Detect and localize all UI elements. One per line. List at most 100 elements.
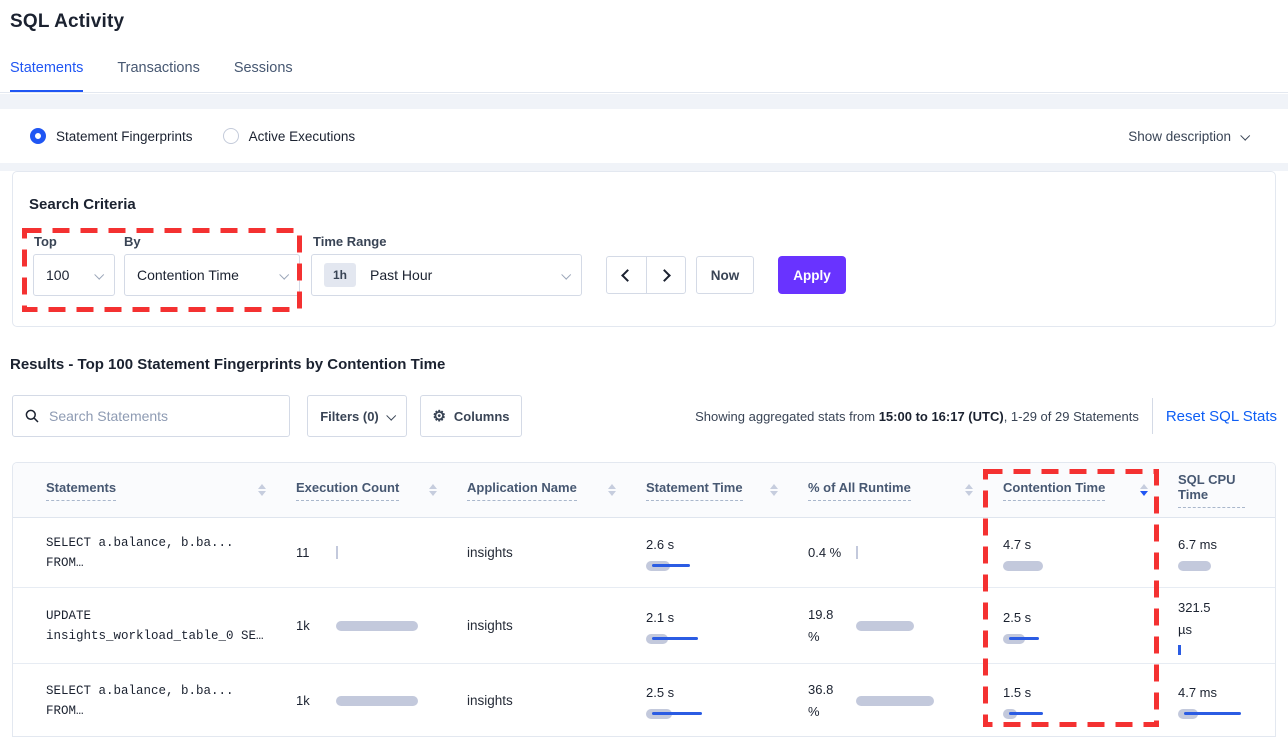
statement-fingerprint-link[interactable]: SELECT a.balance, b.ba...FROM… (13, 533, 296, 573)
pct-of-all-runtime-cell: 0.4 % (808, 542, 1003, 564)
tab-bar: Statements Transactions Sessions (0, 55, 1288, 93)
value-bar (1003, 560, 1043, 572)
contention-time-cell: 2.5 s (1003, 607, 1178, 645)
column-header-statement-time[interactable]: Statement Time (646, 480, 808, 501)
filters-button[interactable]: Filters (0) (307, 395, 407, 437)
time-range-arrows (606, 256, 686, 294)
show-description-toggle[interactable]: Show description (1128, 109, 1248, 163)
statement-time-cell: 2.6 s (646, 534, 808, 572)
cell-value: 4.7 s (1003, 534, 1031, 556)
radio-active-executions[interactable]: Active Executions (223, 128, 356, 144)
cell-value: 4.7 ms (1178, 682, 1217, 704)
by-label: By (124, 234, 141, 249)
application-name-cell: insights (467, 693, 646, 708)
table-row: SELECT a.balance, b.ba...FROM…11insights… (13, 518, 1275, 588)
pct-of-all-runtime-cell: 19.8% (808, 604, 1003, 648)
view-toggle-band: Statement Fingerprints Active Executions… (0, 109, 1288, 163)
apply-button[interactable]: Apply (778, 256, 846, 294)
cell-value: 1k (296, 690, 336, 712)
section-gap (0, 94, 1288, 109)
sort-icon (429, 484, 437, 496)
time-range-picker[interactable]: 1h Past Hour (311, 254, 582, 296)
cell-value: 2.6 s (646, 534, 674, 556)
value-bar (336, 620, 418, 632)
section-gap (0, 163, 1288, 171)
columns-button[interactable]: ⚙ Columns (420, 395, 522, 437)
radio-selected-icon (30, 128, 46, 144)
sort-icon (770, 484, 778, 496)
contention-time-cell: 1.5 s (1003, 682, 1178, 720)
chevron-down-icon (279, 269, 289, 279)
cell-value: 2.5 s (646, 682, 674, 704)
statement-fingerprint-link[interactable]: UPDATEinsights_workload_table_0 SE… (13, 606, 296, 646)
value-bar (856, 695, 934, 707)
column-header-execution-count[interactable]: Execution Count (296, 480, 467, 501)
chevron-down-icon (94, 269, 104, 279)
value-bar (336, 695, 418, 707)
aggregated-stats-text: Showing aggregated stats from 15:00 to 1… (695, 409, 1139, 424)
application-name-cell: insights (467, 618, 646, 633)
execution-count-cell: 1k (296, 690, 467, 712)
column-header-pct-of-all-runtime[interactable]: % of All Runtime (808, 480, 1003, 501)
top-select-value: 100 (46, 267, 69, 283)
by-select-value: Contention Time (137, 267, 239, 283)
cell-value: 1.5 s (1003, 682, 1031, 704)
contention-time-cell: 4.7 s (1003, 534, 1178, 572)
cell-value: 19.8% (808, 604, 856, 648)
search-icon (25, 409, 39, 423)
column-header-sql-cpu-time[interactable]: SQL CPU Time (1178, 472, 1275, 508)
cell-value: 2.1 s (646, 607, 674, 629)
by-select[interactable]: Contention Time (124, 254, 300, 296)
column-header-application-name[interactable]: Application Name (467, 480, 646, 501)
value-bar (856, 546, 858, 559)
tab-transactions[interactable]: Transactions (117, 60, 199, 92)
cell-value: 6.7 ms (1178, 534, 1217, 556)
application-name-cell: insights (467, 545, 646, 560)
cell-value: 2.5 s (1003, 607, 1031, 629)
table-row: UPDATEinsights_workload_table_0 SE…1k ins… (13, 588, 1275, 664)
execution-count-cell: 11 (296, 542, 467, 564)
time-range-label: Time Range (313, 234, 386, 249)
reset-sql-stats-link[interactable]: Reset SQL Stats (1166, 408, 1277, 425)
radio-statement-fingerprints[interactable]: Statement Fingerprints (30, 128, 193, 144)
cell-value: 321.5µs (1178, 597, 1211, 641)
chevron-left-icon (621, 269, 634, 282)
radio-label: Statement Fingerprints (56, 129, 193, 144)
previous-interval-button[interactable] (607, 257, 647, 293)
sort-icon-active-desc (1140, 484, 1148, 496)
column-header-statements[interactable]: Statements (13, 480, 296, 501)
column-header-contention-time[interactable]: Contention Time (1003, 480, 1178, 501)
value-bar (1003, 633, 1039, 645)
stats-area: Showing aggregated stats from 15:00 to 1… (695, 395, 1277, 437)
table-body: SELECT a.balance, b.ba...FROM…11insights… (13, 518, 1275, 737)
top-select[interactable]: 100 (33, 254, 115, 296)
value-bar (1178, 560, 1211, 572)
now-button[interactable]: Now (696, 256, 754, 294)
table-row: SELECT a.balance, b.ba...FROM…1k insights… (13, 664, 1275, 737)
value-bar (1178, 645, 1181, 655)
columns-label: Columns (454, 409, 510, 424)
radio-unselected-icon (223, 128, 239, 144)
sort-icon (965, 484, 973, 496)
cell-value: 1k (296, 615, 336, 637)
tab-statements[interactable]: Statements (10, 60, 83, 92)
value-bar (646, 633, 698, 645)
value-bar (1003, 708, 1043, 720)
chevron-down-icon (386, 410, 396, 420)
statement-fingerprint-link[interactable]: SELECT a.balance, b.ba...FROM… (13, 681, 296, 721)
gear-icon: ⚙ (432, 409, 445, 424)
next-interval-button[interactable] (647, 257, 686, 293)
sort-icon (258, 484, 266, 496)
show-description-label: Show description (1128, 129, 1231, 144)
sql-cpu-time-cell: 321.5µs (1178, 597, 1275, 655)
search-input[interactable] (49, 408, 277, 424)
value-bar (1178, 708, 1241, 720)
value-bar (336, 546, 338, 559)
statement-time-cell: 2.1 s (646, 607, 808, 645)
statements-table: Statements Execution Count Application N… (12, 462, 1276, 737)
tab-sessions[interactable]: Sessions (234, 60, 293, 92)
search-criteria-heading: Search Criteria (29, 196, 136, 213)
chevron-right-icon (658, 269, 671, 282)
sql-cpu-time-cell: 6.7 ms (1178, 534, 1275, 572)
cell-value: 36.8% (808, 679, 856, 723)
